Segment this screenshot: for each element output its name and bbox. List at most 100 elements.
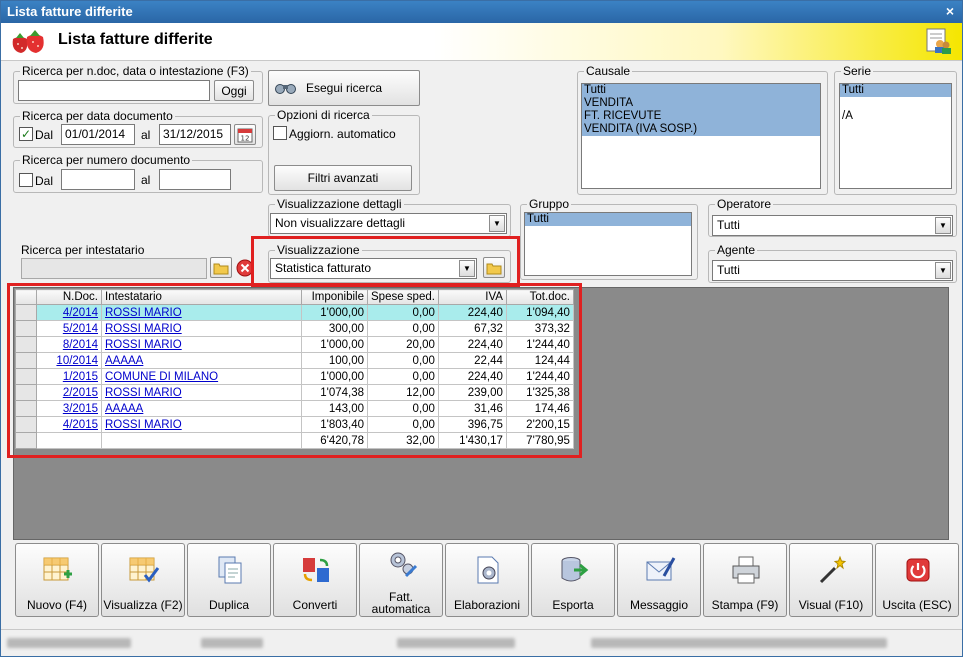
holder-link[interactable]: AAAAA [105, 355, 143, 367]
cell-iva: 239,00 [437, 384, 507, 401]
causale-item[interactable]: VENDITA (IVA SOSP.) [582, 123, 820, 136]
table-row[interactable]: 3/2015 AAAAA 143,00 0,00 31,46 174,46 [15, 400, 574, 417]
holder-link[interactable]: ROSSI MARIO [105, 339, 182, 351]
ndoc-link[interactable]: 2/2015 [63, 387, 98, 399]
auto-invoice-icon [390, 552, 418, 578]
chevron-down-icon[interactable]: ▼ [935, 217, 951, 234]
col-header-iva[interactable]: IVA [437, 289, 507, 305]
details-view-select[interactable]: Non visualizzare dettagli ▼ [270, 213, 507, 234]
visual-button-label: Visual (F10) [798, 598, 864, 612]
holder-link[interactable]: COMUNE DI MILANO [105, 371, 218, 383]
page-title: Lista fatture differite [58, 31, 213, 48]
processing-icon [477, 556, 499, 584]
search-text-input[interactable] [18, 80, 210, 101]
causale-item[interactable]: Tutti [582, 84, 820, 97]
ndoc-link[interactable]: 1/2015 [63, 371, 98, 383]
visualization-folder-button[interactable] [483, 257, 505, 278]
table-row[interactable]: 2/2015 ROSSI MARIO 1'074,38 12,00 239,00… [15, 384, 574, 401]
search-holder-input[interactable] [21, 258, 207, 279]
holder-folder-button[interactable] [210, 257, 232, 278]
export-button[interactable]: Esporta [531, 543, 615, 617]
holder-link[interactable]: ROSSI MARIO [105, 307, 182, 319]
ndoc-link[interactable]: 3/2015 [63, 403, 98, 415]
status-segment-3 [397, 638, 515, 648]
visualization-value: Statistica fatturato [275, 261, 372, 275]
serie-item[interactable]: Tutti [840, 84, 951, 97]
folder-icon [486, 263, 502, 274]
visual-button[interactable]: Visual (F10) [789, 543, 873, 617]
today-button[interactable]: Oggi [214, 80, 254, 101]
ndoc-link[interactable]: 4/2014 [63, 307, 98, 319]
cell-spese: 20,00 [367, 336, 439, 353]
ndoc-link[interactable]: 10/2014 [56, 355, 98, 367]
search-number-from-input[interactable] [61, 169, 135, 190]
search-date-checkbox[interactable]: ✓ [19, 127, 33, 141]
table-row[interactable]: 10/2014 AAAAA 100,00 0,00 22,44 124,44 [15, 352, 574, 369]
ndoc-link[interactable]: 8/2014 [63, 339, 98, 351]
exit-button[interactable]: Uscita (ESC) [875, 543, 959, 617]
table-row[interactable]: 8/2014 ROSSI MARIO 1'000,00 20,00 224,40… [15, 336, 574, 353]
advanced-filters-button[interactable]: Filtri avanzati [274, 165, 412, 191]
causale-item[interactable]: VENDITA [582, 97, 820, 110]
run-search-button[interactable]: Esegui ricerca [268, 70, 420, 106]
clear-holder-button[interactable] [236, 259, 254, 277]
holder-link[interactable]: ROSSI MARIO [105, 419, 182, 431]
cell-tot: 2'200,15 [505, 416, 574, 433]
ndoc-link[interactable]: 4/2015 [63, 419, 98, 431]
gruppo-item[interactable]: Tutti [525, 213, 691, 226]
ndoc-link[interactable]: 5/2014 [63, 323, 98, 335]
duplicate-button[interactable]: Duplica [187, 543, 271, 617]
table-row[interactable]: 1/2015 COMUNE DI MILANO 1'000,00 0,00 22… [15, 368, 574, 385]
serie-item[interactable] [840, 97, 951, 110]
print-button[interactable]: Stampa (F9) [703, 543, 787, 617]
chevron-down-icon[interactable]: ▼ [935, 262, 951, 279]
view-button[interactable]: Visualizza (F2) [101, 543, 185, 617]
col-header-holder[interactable]: Intestatario [101, 289, 302, 305]
holder-link[interactable]: ROSSI MARIO [105, 323, 182, 335]
chevron-down-icon[interactable]: ▼ [459, 260, 475, 277]
cell-tot: 1'094,40 [505, 304, 574, 321]
search-date-from-input[interactable]: 01/01/2014 [61, 124, 135, 145]
cell-iva: 31,46 [437, 400, 507, 417]
holder-link[interactable]: AAAAA [105, 403, 143, 415]
auto-invoice-button[interactable]: Fatt. automatica [359, 543, 443, 617]
convert-button[interactable]: Converti [273, 543, 357, 617]
processing-button[interactable]: Elaborazioni [445, 543, 529, 617]
col-header-imponibile[interactable]: Imponibile [301, 289, 368, 305]
close-icon[interactable]: × [946, 3, 954, 19]
new-grid-icon [43, 557, 72, 581]
users-report-icon[interactable] [924, 27, 952, 55]
gruppo-listbox[interactable]: Tutti [524, 212, 692, 276]
search-number-checkbox[interactable] [19, 173, 33, 187]
holder-link[interactable]: ROSSI MARIO [105, 387, 182, 399]
run-search-label: Esegui ricerca [305, 81, 383, 95]
col-header-spese[interactable]: Spese sped. [367, 289, 439, 305]
message-button[interactable]: Messaggio [617, 543, 701, 617]
operatore-select[interactable]: Tutti ▼ [712, 215, 953, 236]
calendar-button[interactable]: 12 [234, 124, 256, 145]
results-grid: N.Doc. Intestatario Imponibile Spese spe… [15, 289, 574, 449]
table-row[interactable]: 5/2014 ROSSI MARIO 300,00 0,00 67,32 373… [15, 320, 574, 337]
cell-tot: 373,32 [505, 320, 574, 337]
new-button[interactable]: Nuovo (F4) [15, 543, 99, 617]
col-header-tot[interactable]: Tot.doc. [505, 289, 574, 305]
search-number-to-input[interactable] [159, 169, 231, 190]
auto-update-checkbox[interactable] [273, 126, 287, 140]
table-row[interactable]: 4/2014 ROSSI MARIO 1'000,00 0,00 224,40 … [15, 304, 574, 321]
agente-select[interactable]: Tutti ▼ [712, 260, 953, 281]
serie-listbox[interactable]: Tutti /A [839, 83, 952, 189]
causale-item[interactable]: FT. RICEVUTE [582, 110, 820, 123]
cell-tot: 1'244,40 [505, 368, 574, 385]
status-bar [1, 629, 962, 656]
export-button-label: Esporta [552, 598, 594, 612]
cell-imponibile: 1'000,00 [301, 368, 368, 385]
cell-imponibile: 1'000,00 [301, 336, 368, 353]
search-date-label: Ricerca per data documento [20, 109, 175, 123]
serie-item[interactable]: /A [840, 110, 951, 123]
search-date-to-input[interactable]: 31/12/2015 [159, 124, 231, 145]
col-header-ndoc[interactable]: N.Doc. [36, 289, 102, 305]
causale-listbox[interactable]: Tutti VENDITA FT. RICEVUTE VENDITA (IVA … [581, 83, 821, 189]
table-row[interactable]: 4/2015 ROSSI MARIO 1'803,40 0,00 396,75 … [15, 416, 574, 433]
chevron-down-icon[interactable]: ▼ [489, 215, 505, 232]
visualization-select[interactable]: Statistica fatturato ▼ [270, 258, 477, 279]
